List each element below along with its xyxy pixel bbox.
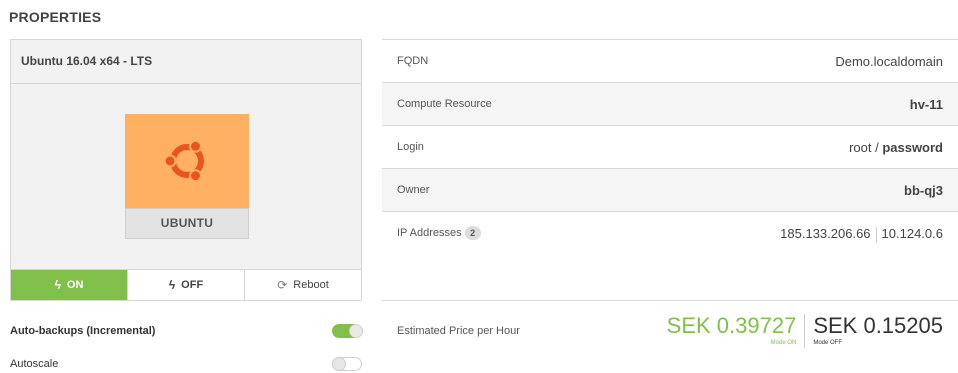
fqdn-row: FQDN Demo.localdomain xyxy=(382,39,958,82)
ip-addresses-value: 185.133.206.66 10.124.0.6 xyxy=(780,226,943,243)
owner-text: bb-qj3 xyxy=(904,182,943,198)
power-on-button[interactable]: ϟ ON xyxy=(11,270,128,300)
page-title: PROPERTIES xyxy=(9,9,102,25)
login-row: Login root / password xyxy=(382,125,958,168)
os-body: UBUNTU xyxy=(11,84,361,270)
login-user: root / xyxy=(849,139,879,155)
compute-resource-value: hv-11 xyxy=(910,97,943,112)
lightning-icon: ϟ xyxy=(168,278,176,292)
os-card: Ubuntu 16.04 x64 - LTS UBUNTU ϟ ON ϟ OFF… xyxy=(10,39,362,301)
compute-resource-text: hv-11 xyxy=(909,96,943,112)
ip-count-badge: 2 xyxy=(464,226,481,240)
prices: SEK 0.39727 Mode ON SEK 0.15205 Mode OFF xyxy=(666,312,943,348)
autoscale-toggle[interactable] xyxy=(332,357,362,371)
mode-off-label: Mode OFF xyxy=(813,339,843,346)
toggle-knob xyxy=(332,357,346,371)
os-name-label: UBUNTU xyxy=(125,208,249,239)
ip-addresses-label: IP Addresses xyxy=(397,227,462,239)
price-on-value: SEK 0.39727 xyxy=(666,312,797,338)
autoscale-option: Autoscale xyxy=(10,355,362,373)
estimated-price-row: Estimated Price per Hour SEK 0.39727 Mod… xyxy=(382,300,958,360)
ip-address-2: 10.124.0.6 xyxy=(881,226,943,241)
ubuntu-circle-of-friends-icon xyxy=(163,139,204,183)
owner-value: bb-qj3 xyxy=(904,183,943,198)
login-value: root / password xyxy=(849,140,943,155)
price-on-block: SEK 0.39727 Mode ON xyxy=(666,312,797,346)
price-off-block: SEK 0.15205 Mode OFF xyxy=(813,312,943,346)
estimated-price-label: Estimated Price per Hour xyxy=(397,324,520,337)
ip-separator xyxy=(875,226,877,243)
auto-backups-toggle[interactable] xyxy=(332,324,363,338)
ip-addresses-row: IP Addresses 2 185.133.206.66 10.124.0.6 xyxy=(382,211,958,298)
lightning-icon: ϟ xyxy=(54,278,61,292)
fqdn-value: Demo.localdomain xyxy=(835,53,943,69)
auto-backups-label: Auto-backups (Incremental) xyxy=(10,325,156,337)
owner-label: Owner xyxy=(397,184,430,196)
price-off-value: SEK 0.15205 xyxy=(813,312,943,338)
refresh-icon: ⟳ xyxy=(277,278,288,292)
power-off-label: OFF xyxy=(181,279,204,291)
compute-resource-label: Compute Resource xyxy=(397,98,492,110)
ubuntu-logo-icon xyxy=(125,114,249,208)
power-on-label: ON xyxy=(66,279,84,291)
reboot-button[interactable]: ⟳ Reboot xyxy=(245,270,361,300)
login-password: password xyxy=(882,139,943,155)
compute-resource-row: Compute Resource hv-11 xyxy=(382,82,958,125)
properties-table: FQDN Demo.localdomain Compute Resource h… xyxy=(382,39,958,298)
fqdn-label: FQDN xyxy=(397,55,429,67)
power-controls: ϟ ON ϟ OFF ⟳ Reboot xyxy=(11,269,361,300)
os-header: Ubuntu 16.04 x64 - LTS xyxy=(11,40,361,84)
ip-addresses-label-group: IP Addresses 2 xyxy=(397,226,481,240)
price-separator xyxy=(804,313,806,348)
reboot-label: Reboot xyxy=(293,279,329,291)
login-label: Login xyxy=(397,141,424,153)
mode-on-label: Mode ON xyxy=(770,339,797,346)
ip-address-1: 185.133.206.66 xyxy=(780,226,871,241)
auto-backups-option: Auto-backups (Incremental) xyxy=(10,322,363,340)
autoscale-label: Autoscale xyxy=(10,358,59,370)
power-off-button[interactable]: ϟ OFF xyxy=(128,270,245,300)
toggle-knob xyxy=(349,324,363,338)
owner-row: Owner bb-qj3 xyxy=(382,168,958,211)
